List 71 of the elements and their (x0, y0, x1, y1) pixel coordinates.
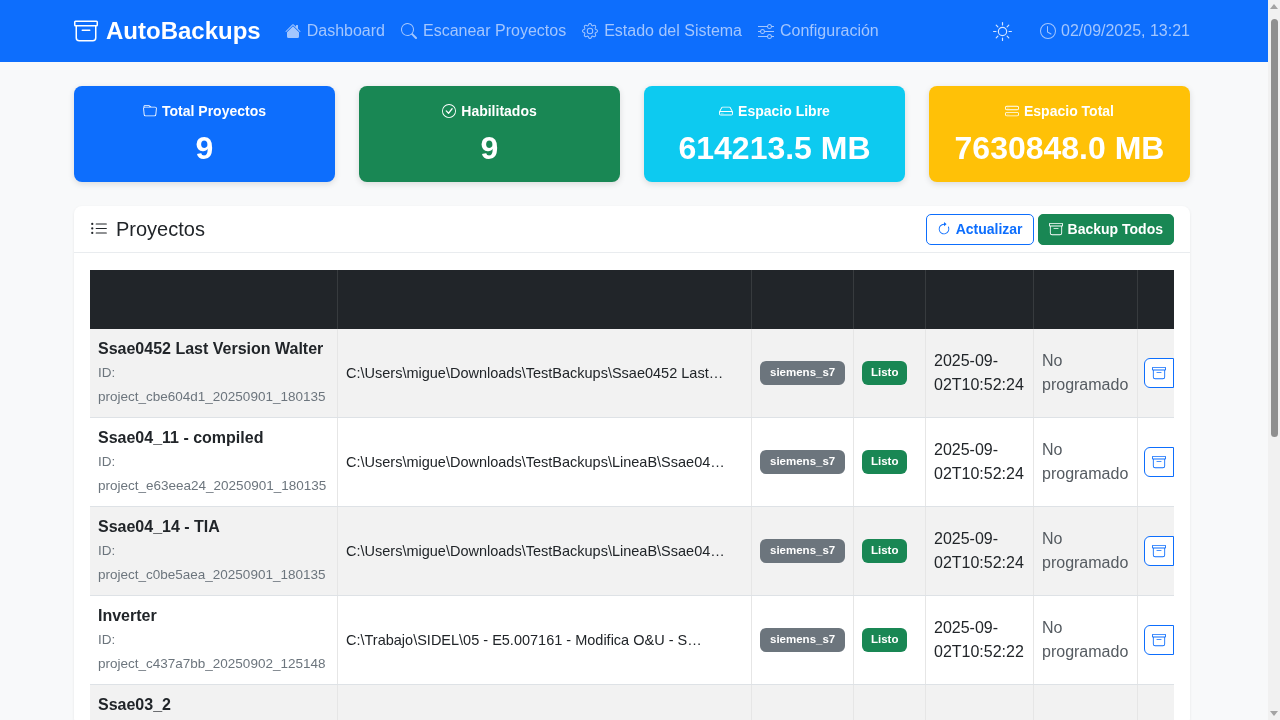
archive-icon (1152, 455, 1166, 469)
type-badge: siemens_s7 (760, 450, 846, 474)
archive-icon (74, 19, 98, 43)
type-badge: siemens_s7 (760, 361, 846, 385)
stat-label: Espacio Libre (738, 102, 830, 121)
project-name: Ssae0452 Last Version Walter (98, 339, 325, 359)
stat-label: Espacio Total (1024, 102, 1114, 121)
theme-toggle-button[interactable] (993, 21, 1012, 41)
project-path: C:\Users\migue\Downloads\TestBackups\LineaB\Ssae04… (346, 542, 725, 561)
last-backup-date: 2025-09-02T10:52:22 (934, 618, 1025, 662)
backup-button[interactable] (1144, 447, 1174, 477)
backup-button[interactable] (1144, 536, 1174, 566)
stat-label: Habilitados (461, 102, 537, 121)
panel-button[interactable]: Backup Todos (1037, 213, 1174, 245)
stat-value: 614213.5 MB (678, 129, 871, 167)
schedule-status: No programado (1042, 440, 1129, 484)
archive-icon (1152, 544, 1166, 558)
search-icon (400, 23, 417, 39)
settings-icon (582, 23, 599, 39)
scroll-up-icon[interactable] (1270, 4, 1278, 9)
house-icon (284, 23, 301, 39)
schedule-status: No programado (1042, 529, 1129, 573)
type-badge: siemens_s7 (760, 628, 846, 652)
stat-label: Total Proyectos (162, 102, 266, 121)
schedule-status: No programado (1042, 351, 1129, 395)
project-id: ID: project_cbe604d1_20250901_180135 (98, 364, 327, 406)
refresh-icon (936, 222, 951, 236)
brand-link[interactable]: AutoBackups (74, 19, 261, 43)
project-id: ID: project_c0be5aea_20250901_180135 (98, 542, 327, 584)
project-path: C:\Users\migue\Downloads\TestBackups\Ssae0452 Last… (346, 364, 724, 383)
project-id: ID: project_e63eea24_20250901_180135 (98, 453, 328, 495)
backup-button[interactable] (1144, 358, 1174, 388)
last-backup-date: 2025-09-02T10:52:24 (934, 440, 1025, 484)
status-badge: Listo (862, 539, 908, 563)
schedule-status: No programado (1042, 618, 1129, 662)
project-name: Inverter (98, 606, 158, 626)
scroll-down-icon[interactable] (1270, 711, 1278, 716)
hard-drive-icon (719, 104, 734, 118)
status-badge: Listo (862, 628, 908, 652)
stat-value: 9 (195, 129, 214, 167)
current-datetime: 02/09/2025, 13:21 (1061, 21, 1190, 41)
panel-button[interactable]: Actualizar (925, 213, 1034, 245)
status-badge: Listo (862, 450, 908, 474)
project-id: ID: project_c437a7bb_20250902_125148 (98, 631, 327, 673)
sliders-icon (758, 23, 774, 39)
status-badge: Listo (862, 361, 908, 385)
folder-icon (143, 104, 157, 118)
stat-value: 7630848.0 MB (954, 129, 1165, 167)
drive-stack-icon (1005, 104, 1019, 118)
archive-icon (1152, 366, 1166, 380)
archive-icon (1152, 633, 1166, 647)
stat-value: 9 (480, 129, 499, 167)
nav-link[interactable]: Estado del Sistema (582, 19, 742, 43)
panel-title: Proyectos (116, 217, 205, 241)
project-path: C:\Trabajo\SIDEL\05 - E5.007161 - Modifica O&U - S… (346, 631, 702, 650)
last-backup-date: 2025-09-02T10:52:24 (934, 529, 1025, 573)
nav-link[interactable]: Escanear Proyectos (400, 19, 567, 43)
clock-icon (1040, 23, 1056, 39)
last-backup-date: 2025-09-02T10:52:24 (934, 351, 1025, 395)
type-badge: siemens_s7 (760, 539, 846, 563)
archive-icon (1048, 222, 1063, 236)
project-name: Ssae04_14 - TIA (98, 517, 221, 537)
sun-icon (993, 21, 1012, 41)
project-name: Ssae03_2 (98, 695, 172, 715)
scrollbar[interactable] (1268, 0, 1280, 720)
scrollbar-thumb[interactable] (1270, 19, 1278, 437)
nav-link[interactable]: Dashboard (284, 19, 385, 43)
project-name: Ssae04_11 - compiled (98, 428, 265, 448)
backup-button[interactable] (1144, 625, 1174, 655)
nav-link[interactable]: Configuración (758, 19, 879, 43)
project-path: C:\Users\migue\Downloads\TestBackups\LineaB\Ssae04… (346, 453, 725, 472)
